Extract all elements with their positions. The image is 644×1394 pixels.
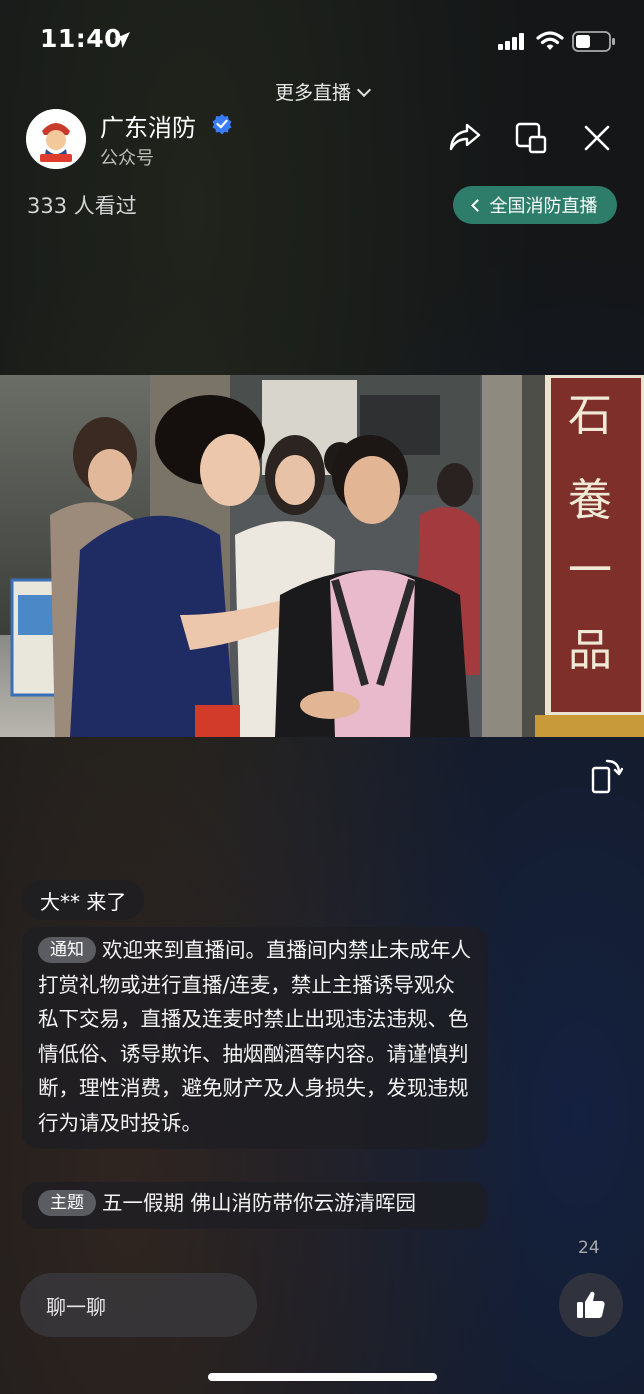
- sign-char-3: 一: [568, 545, 612, 596]
- sign-char-1: 石: [568, 390, 612, 441]
- signal-icon: [498, 33, 526, 55]
- rotate-screen-icon[interactable]: [591, 758, 624, 798]
- notice-tag: 通知: [38, 937, 96, 963]
- account-type: 公众号: [100, 148, 154, 169]
- wifi-icon: [536, 30, 564, 56]
- floating-window-icon[interactable]: [515, 122, 547, 158]
- location-arrow-icon: [112, 30, 132, 54]
- video-scene-image: 石 養 一 品: [0, 375, 644, 737]
- more-live-label: 更多直播: [274, 82, 351, 104]
- battery-icon: [572, 31, 616, 57]
- topic-text: 五一假期 佛山消防带你云游清晖园: [102, 1191, 417, 1215]
- more-live-dropdown[interactable]: 更多直播: [0, 78, 644, 105]
- like-button[interactable]: [559, 1273, 623, 1337]
- like-count: 24: [578, 1238, 600, 1258]
- live-video[interactable]: 石 養 一 品: [0, 375, 644, 737]
- account-avatar[interactable]: [26, 109, 86, 169]
- share-icon[interactable]: [448, 121, 482, 157]
- viewer-count: 333 人看过: [27, 194, 137, 218]
- national-fire-live-button[interactable]: 全国消防直播: [453, 186, 617, 224]
- sign-char-2: 養: [568, 475, 612, 526]
- chevron-down-icon: [356, 82, 372, 98]
- chat-input[interactable]: 聊一聊: [20, 1273, 257, 1337]
- account-name[interactable]: 广东消防: [100, 108, 196, 143]
- verified-badge-icon: [211, 113, 233, 139]
- join-message: 大** 来了: [22, 880, 145, 920]
- notice-text: 欢迎来到直播间。直播间内禁止未成年人打赏礼物或进行直播/连麦，禁止主播诱导观众私…: [38, 938, 471, 1135]
- topic-tag: 主题: [38, 1190, 96, 1216]
- home-indicator: [208, 1373, 437, 1381]
- topic-message: 主题 五一假期 佛山消防带你云游清晖园: [22, 1182, 488, 1229]
- thumbs-up-icon: [577, 1291, 605, 1318]
- notice-message: 通知 欢迎来到直播间。直播间内禁止未成年人打赏礼物或进行直播/连麦，禁止主播诱导观…: [22, 927, 488, 1149]
- status-time: 11:40: [40, 24, 123, 53]
- national-fire-live-label: 全国消防直播: [489, 196, 598, 217]
- close-icon[interactable]: [583, 124, 611, 156]
- sign-char-4: 品: [568, 625, 612, 676]
- chevron-left-icon: [470, 198, 484, 212]
